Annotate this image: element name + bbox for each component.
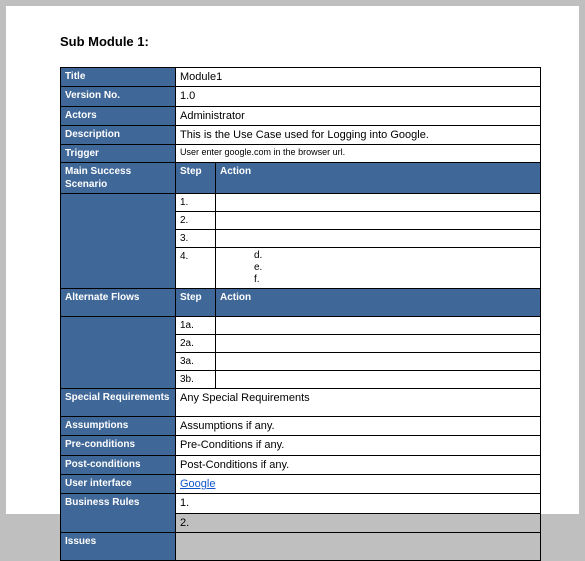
label-description: Description [61, 125, 176, 144]
row-version: Version No. 1.0 [61, 87, 541, 106]
alt-action [216, 335, 541, 353]
row-description: Description This is the Use Case used fo… [61, 125, 541, 144]
main-step: 4. [176, 248, 216, 289]
row-title: Title Module1 [61, 68, 541, 87]
main-step: 3. [176, 230, 216, 248]
main-action [216, 230, 541, 248]
label-trigger: Trigger [61, 145, 176, 163]
row-pre: Pre-conditions Pre-Conditions if any. [61, 436, 541, 455]
row-alt-head: Alternate Flows Step Action [61, 289, 541, 317]
label-main: Main Success Scenario [61, 163, 176, 194]
head-action-alt: Action [216, 289, 541, 317]
value-version: 1.0 [176, 87, 541, 106]
label-actors: Actors [61, 106, 176, 125]
alt-step: 3b. [176, 371, 216, 389]
sub-item: d. [220, 250, 536, 262]
alt-action [216, 317, 541, 335]
value-ui: Google [176, 475, 541, 494]
value-description: This is the Use Case used for Logging in… [176, 125, 541, 144]
alt-step: 3a. [176, 353, 216, 371]
value-pre: Pre-Conditions if any. [176, 436, 541, 455]
row-main-head: Main Success Scenario Step Action [61, 163, 541, 194]
main-step: 1. [176, 194, 216, 212]
label-ui: User interface [61, 475, 176, 494]
sub-item: f. [220, 274, 536, 286]
label-special: Special Requirements [61, 389, 176, 417]
row-issues: Issues [61, 532, 541, 560]
page-heading: Sub Module 1: [60, 34, 541, 49]
sub-item: e. [220, 262, 536, 274]
row-actors: Actors Administrator [61, 106, 541, 125]
value-assumptions: Assumptions if any. [176, 417, 541, 436]
label-assumptions: Assumptions [61, 417, 176, 436]
main-action [216, 212, 541, 230]
document-page: Sub Module 1: Title Module1 Version No. … [6, 6, 579, 514]
value-actors: Administrator [176, 106, 541, 125]
row-br: Business Rules 1. [61, 494, 541, 513]
main-action [216, 194, 541, 212]
row-assumptions: Assumptions Assumptions if any. [61, 417, 541, 436]
google-link[interactable]: Google [180, 478, 215, 490]
value-post: Post-Conditions if any. [176, 455, 541, 474]
br-step: 1. [176, 494, 541, 513]
row-special: Special Requirements Any Special Require… [61, 389, 541, 417]
label-version: Version No. [61, 87, 176, 106]
value-issues [176, 532, 541, 560]
label-pre: Pre-conditions [61, 436, 176, 455]
value-title: Module1 [176, 68, 541, 87]
head-step: Step [176, 163, 216, 194]
label-title: Title [61, 68, 176, 87]
head-step-alt: Step [176, 289, 216, 317]
br-step: 2. [176, 513, 541, 532]
label-issues: Issues [61, 532, 176, 560]
head-action: Action [216, 163, 541, 194]
alt-action [216, 371, 541, 389]
row-trigger: Trigger User enter google.com in the bro… [61, 145, 541, 163]
alt-action [216, 353, 541, 371]
main-action-sub: d. e. f. [216, 248, 541, 289]
label-alt: Alternate Flows [61, 289, 176, 317]
alt-step: 2a. [176, 335, 216, 353]
row-post: Post-conditions Post-Conditions if any. [61, 455, 541, 474]
use-case-table: Title Module1 Version No. 1.0 Actors Adm… [60, 67, 541, 561]
alt-step: 1a. [176, 317, 216, 335]
value-trigger: User enter google.com in the browser url… [176, 145, 541, 163]
label-br: Business Rules [61, 494, 176, 513]
value-special: Any Special Requirements [176, 389, 541, 417]
row-ui: User interface Google [61, 475, 541, 494]
main-step: 2. [176, 212, 216, 230]
label-post: Post-conditions [61, 455, 176, 474]
